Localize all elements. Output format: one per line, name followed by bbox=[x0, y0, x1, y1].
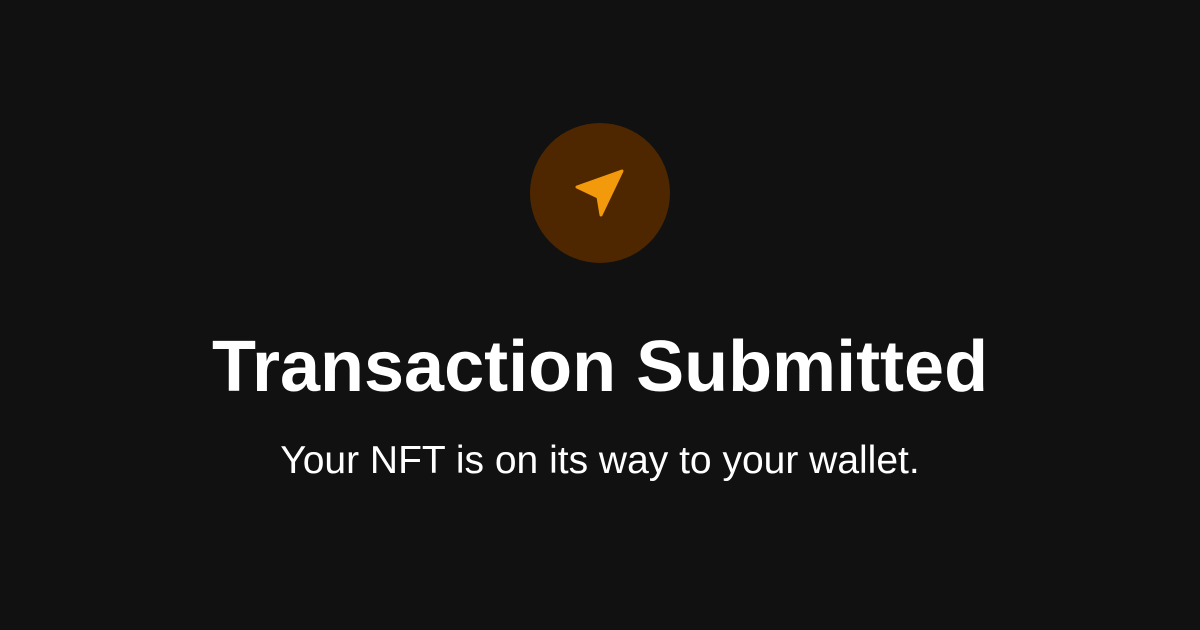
status-title: Transaction Submitted bbox=[211, 327, 989, 407]
send-arrow-icon bbox=[575, 169, 624, 217]
transaction-status-card: Transaction Submitted Your NFT is on its… bbox=[0, 0, 1200, 630]
status-icon-badge bbox=[530, 123, 670, 263]
status-message: Your NFT is on its way to your wallet. bbox=[280, 439, 920, 482]
